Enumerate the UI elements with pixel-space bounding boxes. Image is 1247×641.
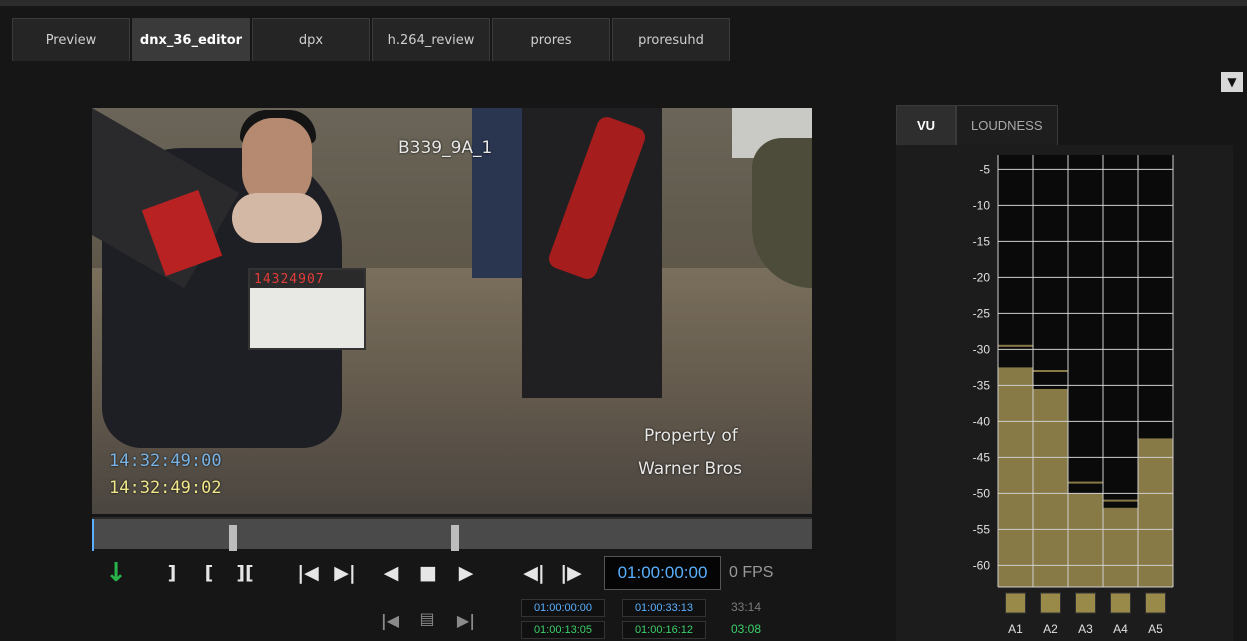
tab-preview[interactable]: Preview: [12, 18, 130, 61]
tab-loudness[interactable]: LOUDNESS: [956, 105, 1058, 145]
peak-hold-a1: [998, 344, 1033, 347]
meter-bar-a5: [1138, 439, 1173, 587]
peak-hold-a2: [1033, 370, 1068, 372]
mark-out-button[interactable]: ]: [157, 558, 187, 588]
channel-label: A5: [1148, 622, 1163, 636]
mark-out-timecode[interactable]: 01:00:33:13: [622, 599, 706, 617]
step-back-button[interactable]: ◀|: [519, 558, 549, 588]
go-to-in-button[interactable]: |◀: [293, 558, 323, 588]
aux-timecode-overlay: 14:32:49:02: [109, 478, 222, 498]
tab-vu[interactable]: VU: [896, 105, 956, 145]
channel-label: A1: [1008, 622, 1023, 636]
scale-label: -30: [973, 342, 991, 356]
tab-h264-review[interactable]: h.264_review: [372, 18, 490, 61]
mark-in-timecode[interactable]: 01:00:00:00: [521, 599, 605, 617]
scale-label: -25: [973, 306, 991, 320]
scale-label: -45: [973, 450, 991, 464]
tab-prores[interactable]: prores: [492, 18, 610, 61]
mark-clip-button[interactable]: ][: [230, 558, 260, 588]
channel-label: A2: [1043, 622, 1058, 636]
meter-bar-a1: [998, 367, 1033, 587]
tab-dnx-36-editor[interactable]: dnx_36_editor: [132, 18, 250, 61]
channel-toggle-a4[interactable]: [1110, 592, 1131, 614]
watermark-line2: Warner Bros: [638, 459, 742, 479]
channel-label: A4: [1113, 622, 1128, 636]
channel-toggle-a3[interactable]: [1075, 592, 1096, 614]
vu-meter-panel: A1 A2 A3 A4 A5 -5 -10 -15 -20 -25 -30 -35 -40 -45 -50 -…: [896, 145, 1233, 641]
mark-duration: 33:14: [731, 600, 762, 614]
channel-toggle-a5[interactable]: [1145, 592, 1166, 614]
selection-in-timecode[interactable]: 01:00:13:05: [521, 621, 605, 639]
scale-label: -55: [973, 522, 991, 536]
meter-tabs: VU LOUDNESS: [896, 105, 1058, 145]
down-arrow-icon[interactable]: ↓: [101, 558, 131, 588]
go-to-out-button[interactable]: ▶|: [330, 558, 360, 588]
play-button[interactable]: ▶: [451, 558, 481, 588]
top-border: [0, 0, 1247, 6]
channel-label: A3: [1078, 622, 1093, 636]
timecode-field[interactable]: 01:00:00:00: [604, 556, 721, 590]
meter-bar-a2: [1033, 389, 1068, 587]
play-reverse-button[interactable]: ◀: [376, 558, 406, 588]
source-timecode-overlay: 14:32:49:00: [109, 451, 222, 471]
scale-label: -35: [973, 378, 991, 392]
channel-toggle-a1[interactable]: [1005, 592, 1026, 614]
output-tabs: Preview dnx_36_editor dpx h.264_review p…: [12, 18, 732, 61]
meter-bar-a3: [1068, 493, 1103, 587]
mark-out-marker[interactable]: [451, 525, 459, 551]
selection-out-timecode[interactable]: 01:00:16:12: [622, 621, 706, 639]
go-to-end-icon[interactable]: ▶|: [451, 605, 481, 635]
scale-label: -60: [973, 558, 991, 572]
vu-meter: A1 A2 A3 A4 A5 -5 -10 -15 -20 -25 -30 -35 -40 -45 -50 -…: [973, 155, 1174, 636]
scale-label: -10: [973, 198, 991, 212]
step-forward-button[interactable]: |▶: [556, 558, 586, 588]
clip-name-overlay: B339_9A_1: [398, 138, 493, 158]
scale-label: -15: [973, 234, 991, 248]
scale-label: -50: [973, 486, 991, 500]
tab-proresuhd[interactable]: proresuhd: [612, 18, 730, 61]
slate: 14324907: [248, 268, 366, 350]
playhead[interactable]: [92, 519, 94, 551]
mark-in-marker[interactable]: [229, 525, 237, 551]
slate-timecode: 14324907: [254, 272, 325, 287]
selection-duration: 03:08: [731, 622, 762, 636]
video-viewer[interactable]: 14324907 B339_9A_1 Property of Warner Br…: [92, 108, 812, 514]
scale-label: -20: [973, 270, 991, 284]
fps-readout: 0 FPS: [729, 564, 774, 581]
stop-button[interactable]: ■: [413, 558, 443, 588]
scale-label: -40: [973, 414, 991, 428]
peak-hold-a5: [1138, 438, 1173, 441]
timeline-scrubber[interactable]: [92, 517, 812, 551]
tab-dpx[interactable]: dpx: [252, 18, 370, 61]
watermark-line1: Property of: [644, 426, 738, 446]
clip-notes-icon[interactable]: ▤: [412, 603, 442, 633]
peak-hold-a4: [1103, 499, 1138, 502]
panel-menu-button[interactable]: ▼: [1221, 72, 1243, 92]
mark-in-button[interactable]: [: [194, 558, 224, 588]
channel-toggle-a2[interactable]: [1040, 592, 1061, 614]
triangle-down-icon: ▼: [1227, 75, 1237, 89]
scale-label: -5: [979, 162, 990, 176]
meter-bar-a4: [1103, 507, 1138, 587]
go-to-start-icon[interactable]: |◀: [375, 605, 405, 635]
peak-hold-a3: [1068, 481, 1103, 484]
